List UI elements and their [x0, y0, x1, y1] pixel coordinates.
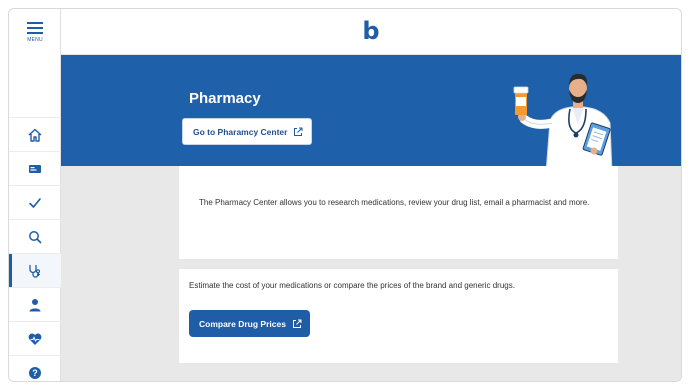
stethoscope-icon — [29, 264, 41, 278]
sidebar-item-profile[interactable] — [9, 287, 61, 321]
search-icon — [29, 230, 42, 243]
pharmacy-center-description: The Pharmacy Center allows you to resear… — [199, 198, 590, 207]
go-to-pharmacy-center-button[interactable]: Go to Pharamcy Center — [182, 118, 313, 145]
sidebar-item-help[interactable]: ? — [9, 355, 61, 381]
brand-logo[interactable]: b — [362, 19, 379, 43]
sidebar-item-home[interactable] — [9, 117, 61, 151]
page-title: Pharmacy — [189, 90, 261, 107]
person-icon — [29, 298, 41, 311]
sidebar-nav: ? — [9, 117, 61, 381]
menu-button[interactable]: MENU — [9, 9, 61, 55]
sidebar: MENU ? — [9, 9, 61, 381]
pharmacy-banner: Pharmacy Go to Pharamcy Center — [61, 55, 681, 173]
sidebar-item-pharmacy[interactable] — [9, 253, 61, 287]
checkmark-icon — [29, 197, 41, 208]
sidebar-item-tasks[interactable] — [9, 185, 61, 219]
app-frame: MENU ? b Pharmacy Go to Pharamcy Center … — [8, 8, 682, 382]
pharmacy-center-info-card: The Pharmacy Center allows you to resear… — [179, 166, 618, 259]
id-card-icon — [29, 164, 41, 173]
pharmacist-illustration — [513, 73, 613, 173]
heart-pulse-icon — [28, 333, 42, 345]
sidebar-item-search[interactable] — [9, 219, 61, 253]
menu-label: MENU — [27, 36, 43, 43]
compare-drug-prices-button[interactable]: Compare Drug Prices — [189, 310, 310, 337]
compare-drug-prices-label: Compare Drug Prices — [199, 318, 286, 329]
top-header: b — [61, 9, 681, 55]
compare-drug-prices-description: Estimate the cost of your medications or… — [189, 281, 515, 290]
home-icon — [28, 128, 42, 142]
main-content: Pharmacy Go to Pharamcy Center The Pharm… — [61, 55, 681, 381]
sidebar-item-health[interactable] — [9, 321, 61, 355]
help-icon: ? — [29, 366, 41, 379]
external-link-icon — [294, 127, 303, 136]
sidebar-item-id-card[interactable] — [9, 151, 61, 185]
svg-text:?: ? — [32, 368, 38, 378]
go-to-pharmacy-center-label: Go to Pharamcy Center — [193, 126, 288, 137]
hamburger-icon — [27, 21, 43, 34]
external-link-icon — [292, 319, 302, 328]
compare-drug-prices-card: Estimate the cost of your medications or… — [179, 269, 618, 363]
